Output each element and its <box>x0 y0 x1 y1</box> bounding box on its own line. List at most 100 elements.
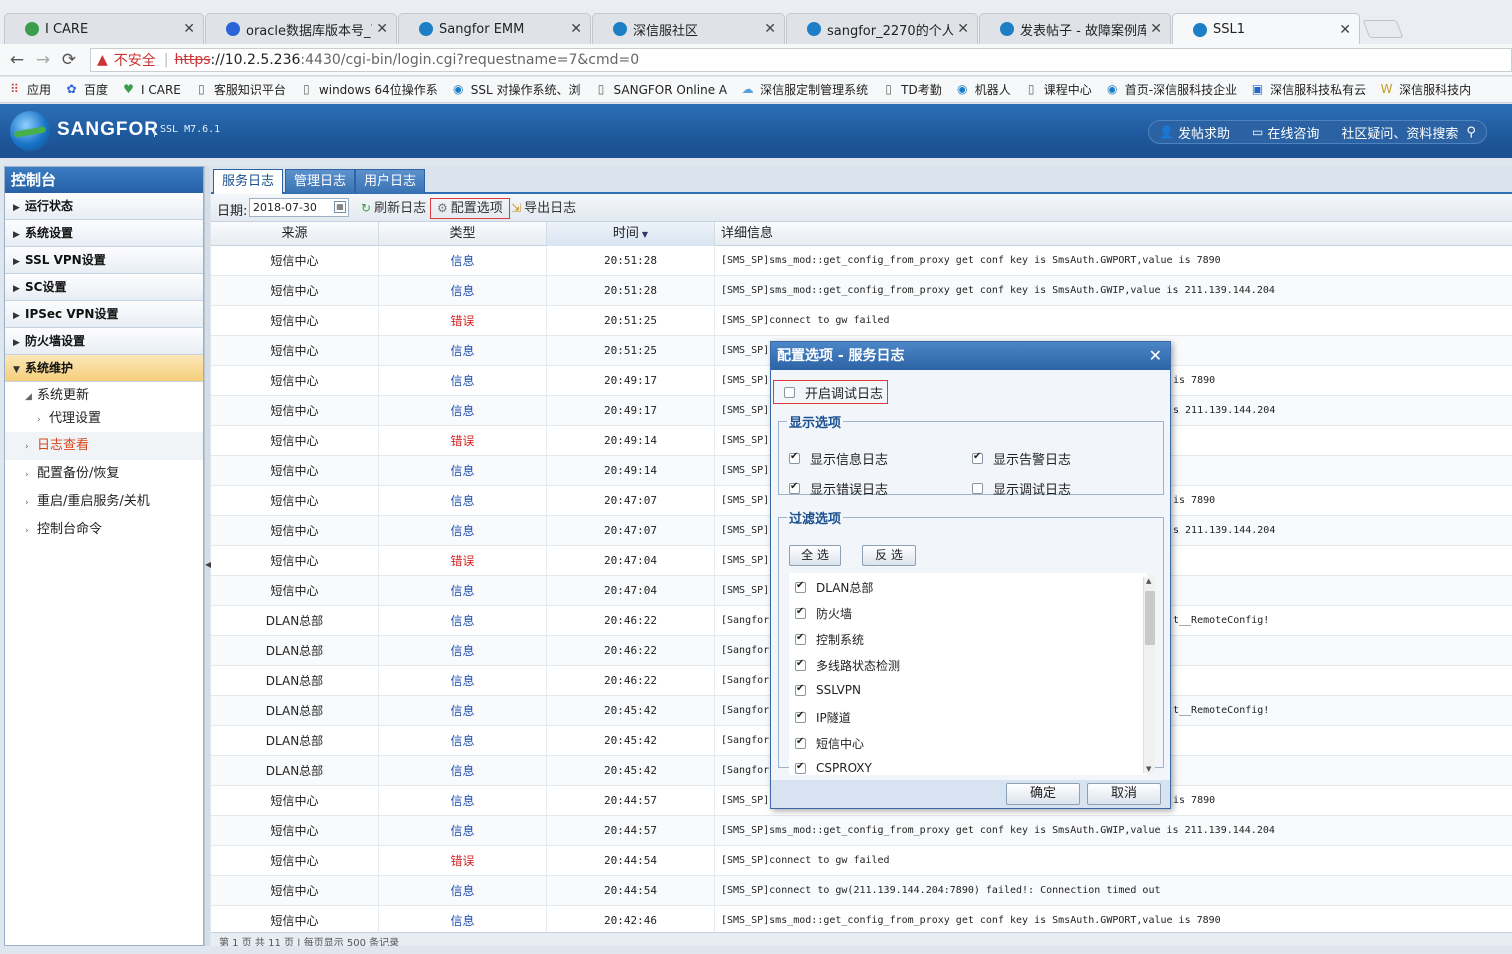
checkbox-info-log[interactable] <box>789 451 800 464</box>
refresh-log-button[interactable]: ↻ 刷新日志 <box>361 198 426 219</box>
close-icon[interactable]: ✕ <box>957 21 969 37</box>
opt-alert-log[interactable]: 显示告警日志 <box>972 449 1071 468</box>
filter-item[interactable]: 防火墙 <box>795 605 852 622</box>
tab-service-log[interactable]: 服务日志 <box>213 169 284 194</box>
filter-checkbox[interactable] <box>795 683 806 696</box>
table-row[interactable]: 短信中心 错误 20:51:25 [SMS_SP]connect to gw fail… <box>211 306 1512 336</box>
checkbox-debug-log[interactable] <box>972 483 983 494</box>
close-icon[interactable]: ✕ <box>764 21 776 37</box>
bookmark-item[interactable]: ▯ windows 64位操作系 <box>300 81 438 98</box>
col-time[interactable]: 时间 ▼ <box>547 222 715 246</box>
scroll-down-icon[interactable]: ▼ <box>1146 765 1151 773</box>
sidebar-item[interactable]: ▶ 防火墙设置 <box>5 328 203 355</box>
table-row[interactable]: 短信中心 信息 20:44:54 [SMS_SP]connect to gw(211.… <box>211 876 1512 906</box>
checkbox-alert-log[interactable] <box>972 451 983 464</box>
filter-checkbox[interactable] <box>795 658 806 671</box>
bookmark-item[interactable]: ◉ SSL 对操作系统、浏 <box>452 81 581 98</box>
col-source[interactable]: 来源 <box>211 222 379 246</box>
table-row[interactable]: 短信中心 信息 20:44:57 [SMS_SP]sms_mod::get_confi… <box>211 816 1512 846</box>
close-icon[interactable]: ✕ <box>570 21 582 37</box>
bookmark-item[interactable]: ◉ 机器人 <box>956 81 1011 98</box>
sidebar-item[interactable]: ▶ IPSec VPN设置 <box>5 301 203 328</box>
config-options-button[interactable]: ⚙ 配置选项 <box>430 198 510 219</box>
table-row[interactable]: 短信中心 信息 20:42:46 [SMS_SP]sms_mod::get_confi… <box>211 906 1512 932</box>
browser-tab[interactable]: sangfor_2270的个人资料✕ <box>786 13 978 44</box>
sidebar-item-system-maintenance[interactable]: ▼ 系统维护 <box>5 355 203 382</box>
sub-item[interactable]: › 配置备份/恢复 <box>5 460 203 488</box>
filter-item[interactable]: 多线路状态检测 <box>795 657 900 674</box>
sidebar-item[interactable]: ▶ 系统设置 <box>5 220 203 247</box>
sidebar-item[interactable]: ▶ 运行状态 <box>5 193 203 220</box>
sidebar-splitter[interactable]: ◀ <box>204 166 211 946</box>
browser-tab[interactable]: Sangfor EMM ✕ <box>398 13 591 44</box>
filter-checkbox[interactable] <box>795 632 806 645</box>
reload-icon[interactable]: ⟳ <box>56 50 82 70</box>
sidebar-item[interactable]: ▶ SC设置 <box>5 274 203 301</box>
url-input[interactable]: ▲ 不安全 | https ://10.2.5.236 :4430/cgi-bi… <box>90 48 1512 72</box>
bookmark-item[interactable]: ▯ 课程中心 <box>1025 81 1092 98</box>
community-search-link[interactable]: 社区疑问、资料搜索 <box>1341 123 1458 142</box>
sub-item-system-update[interactable]: ◢ 系统更新 <box>5 382 203 410</box>
scroll-up-icon[interactable]: ▲ <box>1146 577 1151 585</box>
filter-item[interactable]: DLAN总部 <box>795 579 873 596</box>
new-tab-button[interactable] <box>1362 20 1404 38</box>
filter-item[interactable]: CSPROXY <box>795 761 872 775</box>
table-row[interactable]: 短信中心 信息 20:51:28 [SMS_SP]sms_mod::get_confi… <box>211 246 1512 276</box>
enable-debug-log-option[interactable]: 开启调试日志 <box>773 380 888 404</box>
export-log-button[interactable]: ⇲ 导出日志 <box>511 198 576 219</box>
col-details[interactable]: 详细信息 <box>715 222 1512 246</box>
opt-error-log[interactable]: 显示错误日志 <box>789 479 888 498</box>
filter-item[interactable]: IP隧道 <box>795 709 851 726</box>
browser-tab[interactable]: SSL1 ✕ <box>1172 13 1360 45</box>
bookmark-item[interactable]: ☁ 深信服定制管理系统 <box>741 81 869 98</box>
bookmark-item[interactable]: ▯ SANGFOR Online A <box>595 83 727 97</box>
filter-checkbox[interactable] <box>795 580 806 593</box>
browser-tab[interactable]: 深信服社区 ✕ <box>592 13 785 44</box>
filter-item[interactable]: 短信中心 <box>795 735 864 752</box>
bookmark-item[interactable]: ◉ 首页-深信服科技企业 <box>1106 81 1237 98</box>
bookmark-item[interactable]: ⠿ 应用 <box>8 81 51 98</box>
close-icon[interactable]: ✕ <box>1150 21 1162 37</box>
enable-debug-checkbox[interactable] <box>784 386 795 398</box>
calendar-icon[interactable]: ▦ <box>334 201 346 213</box>
filter-checkbox[interactable] <box>795 606 806 619</box>
table-row[interactable]: 短信中心 错误 20:44:54 [SMS_SP]connect to gw fail… <box>211 846 1512 876</box>
filter-item[interactable]: SSLVPN <box>795 683 861 697</box>
filter-checkbox[interactable] <box>795 710 806 723</box>
col-type[interactable]: 类型 <box>379 222 547 246</box>
filter-checkbox[interactable] <box>795 736 806 749</box>
tab-admin-log[interactable]: 管理日志 <box>285 169 356 193</box>
bookmark-item[interactable]: ▯ TD考勤 <box>882 81 941 98</box>
browser-tab[interactable]: I CARE ✕ <box>4 13 204 44</box>
sub-item-proxy-settings[interactable]: › 代理设置 <box>5 410 203 432</box>
opt-debug-log[interactable]: 显示调试日志 <box>972 479 1071 498</box>
bookmark-item[interactable]: W 深信服科技内 <box>1380 81 1471 98</box>
scroll-thumb[interactable] <box>1145 591 1155 645</box>
ok-button[interactable]: 确定 <box>1006 783 1080 805</box>
back-icon[interactable]: ← <box>4 50 30 70</box>
sub-item[interactable]: › 控制台命令 <box>5 516 203 544</box>
cancel-button[interactable]: 取消 <box>1087 783 1161 805</box>
close-icon[interactable]: ✕ <box>1339 22 1351 38</box>
filter-checkbox[interactable] <box>795 761 806 774</box>
close-icon[interactable]: ✕ <box>376 21 388 37</box>
bookmark-item[interactable]: ▯ 客服知识平台 <box>195 81 286 98</box>
browser-tab[interactable]: 发表帖子 - 故障案例库 - ✕ <box>979 13 1171 44</box>
date-field[interactable]: 2018-07-30 ▦ <box>249 198 349 217</box>
bookmark-item[interactable]: ♥ I CARE <box>122 83 181 97</box>
forward-icon[interactable]: → <box>30 50 56 70</box>
bookmark-item[interactable]: ▣ 深信服科技私有云 <box>1251 81 1366 98</box>
sub-item[interactable]: › 日志查看 <box>5 432 203 460</box>
search-icon[interactable]: ⚲ <box>1466 125 1476 140</box>
invert-selection-button[interactable]: 反 选 <box>862 545 916 566</box>
browser-tab[interactable]: oracle数据库版本号_百度✕ <box>205 13 397 44</box>
close-icon[interactable]: ✕ <box>1149 346 1162 365</box>
online-consult-link[interactable]: ▭ 在线咨询 <box>1252 123 1319 142</box>
checkbox-error-log[interactable] <box>789 481 800 494</box>
tab-user-log[interactable]: 用户日志 <box>355 169 426 193</box>
close-icon[interactable]: ✕ <box>183 21 195 37</box>
sidebar-item[interactable]: ▶ SSL VPN设置 <box>5 247 203 274</box>
select-all-button[interactable]: 全 选 <box>789 545 841 566</box>
table-row[interactable]: 短信中心 信息 20:51:28 [SMS_SP]sms_mod::get_confi… <box>211 276 1512 306</box>
sub-item[interactable]: › 重启/重启服务/关机 <box>5 488 203 516</box>
